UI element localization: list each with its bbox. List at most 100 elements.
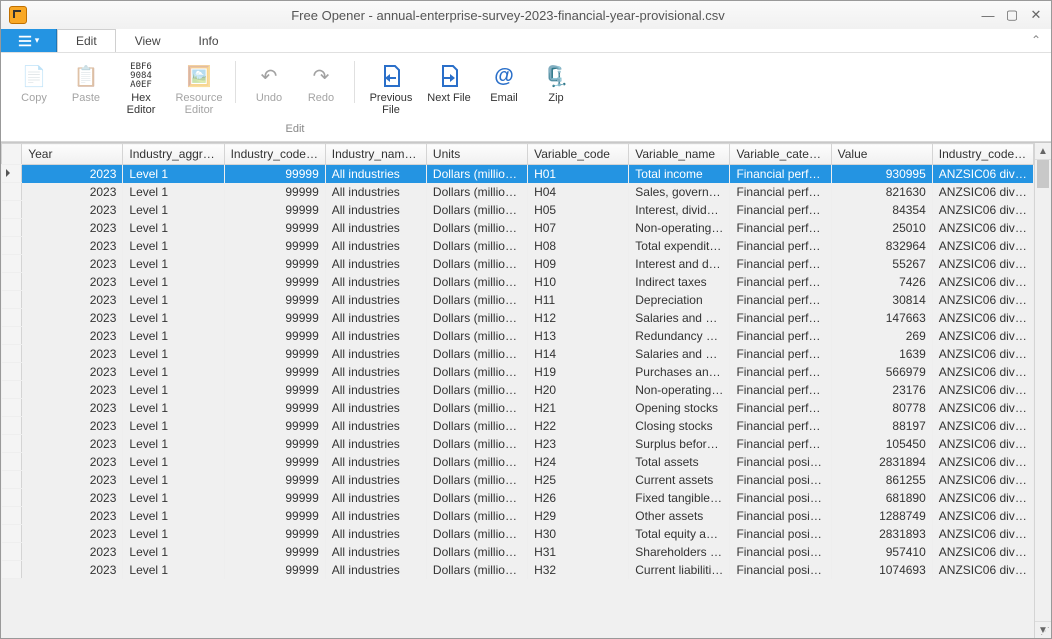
cell-vname[interactable]: Depreciation <box>629 291 730 309</box>
cell-vcat[interactable]: Financial perfor... <box>730 309 831 327</box>
cell-code2[interactable]: ANZSIC06 divisio... <box>932 327 1033 345</box>
cell-code[interactable]: 99999 <box>224 435 325 453</box>
cell-agg[interactable]: Level 1 <box>123 399 224 417</box>
cell-agg[interactable]: Level 1 <box>123 561 224 579</box>
close-button[interactable]: ✕ <box>1029 8 1043 22</box>
table-row[interactable]: 2023Level 199999All industriesDollars (m… <box>2 201 1034 219</box>
cell-code2[interactable]: ANZSIC06 divisio... <box>932 345 1033 363</box>
cell-agg[interactable]: Level 1 <box>123 273 224 291</box>
next-file-button[interactable]: Next File <box>421 57 477 121</box>
cell-agg[interactable]: Level 1 <box>123 255 224 273</box>
row-header[interactable] <box>2 435 22 453</box>
cell-name[interactable]: All industries <box>325 345 426 363</box>
cell-code2[interactable]: ANZSIC06 divisio... <box>932 453 1033 471</box>
cell-vcat[interactable]: Financial perfor... <box>730 291 831 309</box>
cell-year[interactable]: 2023 <box>22 291 123 309</box>
cell-code2[interactable]: ANZSIC06 divisio... <box>932 273 1033 291</box>
cell-code2[interactable]: ANZSIC06 divisio... <box>932 381 1033 399</box>
cell-year[interactable]: 2023 <box>22 219 123 237</box>
cell-units[interactable]: Dollars (millions) <box>426 543 527 561</box>
cell-vcode[interactable]: H10 <box>528 273 629 291</box>
minimize-button[interactable]: — <box>981 8 995 22</box>
cell-name[interactable]: All industries <box>325 399 426 417</box>
cell-vname[interactable]: Total income <box>629 165 730 183</box>
row-header[interactable] <box>2 201 22 219</box>
cell-code2[interactable]: ANZSIC06 divisio... <box>932 363 1033 381</box>
column-header-code[interactable]: Industry_code_... <box>224 144 325 165</box>
row-header[interactable] <box>2 327 22 345</box>
cell-value[interactable]: 832964 <box>831 237 932 255</box>
cell-units[interactable]: Dollars (millions) <box>426 219 527 237</box>
cell-vname[interactable]: Indirect taxes <box>629 273 730 291</box>
cell-vname[interactable]: Current liabilities <box>629 561 730 579</box>
cell-code2[interactable]: ANZSIC06 divisio... <box>932 291 1033 309</box>
cell-vcode[interactable]: H30 <box>528 525 629 543</box>
cell-code[interactable]: 99999 <box>224 165 325 183</box>
cell-name[interactable]: All industries <box>325 291 426 309</box>
cell-name[interactable]: All industries <box>325 201 426 219</box>
cell-value[interactable]: 88197 <box>831 417 932 435</box>
tab-info[interactable]: Info <box>179 29 237 52</box>
row-header[interactable] <box>2 165 22 183</box>
cell-units[interactable]: Dollars (millions) <box>426 471 527 489</box>
cell-vcat[interactable]: Financial perfor... <box>730 201 831 219</box>
cell-vname[interactable]: Total expenditure <box>629 237 730 255</box>
table-row[interactable]: 2023Level 199999All industriesDollars (m… <box>2 399 1034 417</box>
cell-agg[interactable]: Level 1 <box>123 507 224 525</box>
row-header[interactable] <box>2 363 22 381</box>
cell-vcat[interactable]: Financial perfor... <box>730 417 831 435</box>
cell-code2[interactable]: ANZSIC06 divisio... <box>932 471 1033 489</box>
table-row[interactable]: 2023Level 199999All industriesDollars (m… <box>2 561 1034 579</box>
cell-value[interactable]: 80778 <box>831 399 932 417</box>
cell-units[interactable]: Dollars (millions) <box>426 399 527 417</box>
cell-units[interactable]: Dollars (millions) <box>426 255 527 273</box>
cell-value[interactable]: 55267 <box>831 255 932 273</box>
scroll-thumb[interactable] <box>1037 160 1049 188</box>
table-row[interactable]: 2023Level 199999All industriesDollars (m… <box>2 381 1034 399</box>
cell-code[interactable]: 99999 <box>224 219 325 237</box>
cell-agg[interactable]: Level 1 <box>123 381 224 399</box>
cell-vname[interactable]: Redundancy an... <box>629 327 730 345</box>
cell-vcode[interactable]: H31 <box>528 543 629 561</box>
cell-code[interactable]: 99999 <box>224 417 325 435</box>
cell-name[interactable]: All industries <box>325 543 426 561</box>
cell-code[interactable]: 99999 <box>224 453 325 471</box>
cell-vname[interactable]: Total equity and... <box>629 525 730 543</box>
cell-vname[interactable]: Other assets <box>629 507 730 525</box>
cell-vcat[interactable]: Financial perfor... <box>730 435 831 453</box>
cell-name[interactable]: All industries <box>325 165 426 183</box>
cell-year[interactable]: 2023 <box>22 201 123 219</box>
cell-code2[interactable]: ANZSIC06 divisio... <box>932 489 1033 507</box>
cell-code[interactable]: 99999 <box>224 327 325 345</box>
cell-vname[interactable]: Sales, governme... <box>629 183 730 201</box>
cell-vcat[interactable]: Financial position <box>730 453 831 471</box>
cell-vname[interactable]: Opening stocks <box>629 399 730 417</box>
cell-vcode[interactable]: H07 <box>528 219 629 237</box>
previous-file-button[interactable]: Previous File <box>363 57 419 121</box>
cell-vcat[interactable]: Financial position <box>730 471 831 489</box>
cell-value[interactable]: 269 <box>831 327 932 345</box>
scroll-up-button[interactable]: ▲ <box>1035 143 1051 160</box>
cell-year[interactable]: 2023 <box>22 183 123 201</box>
cell-vcode[interactable]: H23 <box>528 435 629 453</box>
table-row[interactable]: 2023Level 199999All industriesDollars (m… <box>2 345 1034 363</box>
table-row[interactable]: 2023Level 199999All industriesDollars (m… <box>2 453 1034 471</box>
row-header[interactable] <box>2 291 22 309</box>
cell-vcat[interactable]: Financial perfor... <box>730 255 831 273</box>
cell-units[interactable]: Dollars (millions) <box>426 525 527 543</box>
table-row[interactable]: 2023Level 199999All industriesDollars (m… <box>2 183 1034 201</box>
row-header[interactable] <box>2 489 22 507</box>
cell-units[interactable]: Dollars (millions) <box>426 237 527 255</box>
cell-value[interactable]: 1639 <box>831 345 932 363</box>
cell-units[interactable]: Dollars (millions) <box>426 489 527 507</box>
cell-vname[interactable]: Closing stocks <box>629 417 730 435</box>
cell-name[interactable]: All industries <box>325 561 426 579</box>
row-header[interactable] <box>2 273 22 291</box>
cell-name[interactable]: All industries <box>325 219 426 237</box>
cell-name[interactable]: All industries <box>325 381 426 399</box>
cell-agg[interactable]: Level 1 <box>123 363 224 381</box>
cell-vcode[interactable]: H32 <box>528 561 629 579</box>
cell-vcode[interactable]: H04 <box>528 183 629 201</box>
cell-vname[interactable]: Salaries and wa... <box>629 345 730 363</box>
cell-name[interactable]: All industries <box>325 489 426 507</box>
